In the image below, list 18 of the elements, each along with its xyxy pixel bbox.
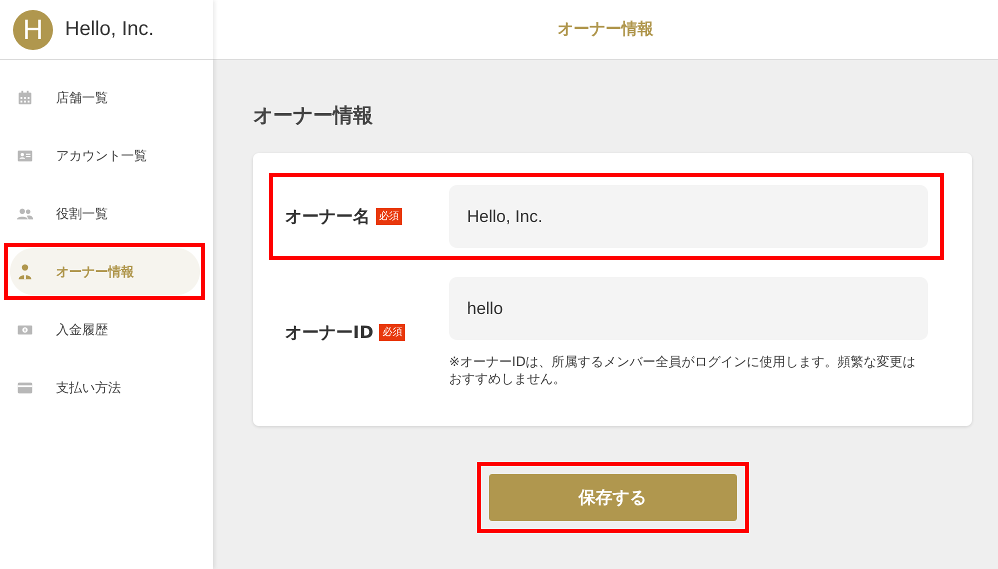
logo-icon: H (13, 10, 53, 50)
input-field[interactable]: hello (449, 277, 928, 340)
sidebar-item[interactable]: 入金履歴 (10, 306, 200, 353)
calendar-icon (16, 88, 34, 106)
help-text: ※オーナーIDは、所属するメンバー全員がログインに使用します。頻繁な変更はおすすめしません。 (449, 354, 917, 388)
page-title: オーナー情報 (253, 102, 374, 129)
sidebar-item[interactable]: アカウント一覧 (10, 132, 200, 179)
input-field[interactable]: Hello, Inc. (449, 185, 928, 248)
header-title: オーナー情報 (558, 19, 654, 40)
sidebar-item[interactable]: 役割一覧 (10, 190, 200, 237)
required-badge: 必須 (376, 208, 402, 225)
field-label: オーナー名 (285, 206, 370, 228)
sidebar-item[interactable]: 支払い方法 (10, 364, 200, 411)
company-name: Hello, Inc. (65, 18, 154, 41)
sidebar-item[interactable]: 店舗一覧 (10, 74, 200, 121)
person-icon (16, 262, 34, 280)
required-badge: 必須 (379, 324, 406, 341)
field-label: オーナーID (285, 322, 374, 344)
